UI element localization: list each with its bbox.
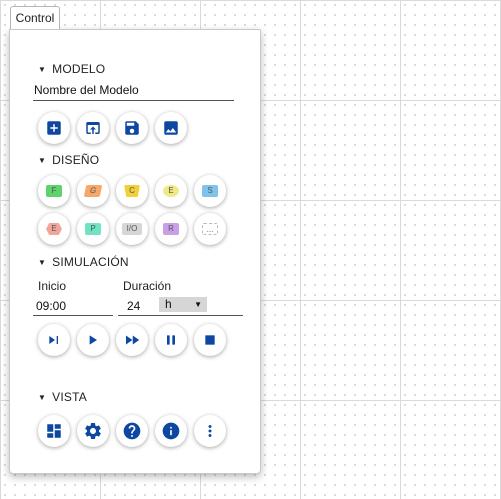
chip-more: ... [202,223,218,235]
chip-f: F [46,185,62,197]
tool-more-button[interactable]: ... [194,213,226,245]
step-button[interactable] [38,324,70,356]
design-tools-row-2: E P I/O R ... [38,213,226,245]
dropdown-arrow-icon: ▼ [194,300,202,309]
tool-s-button[interactable]: S [194,175,226,207]
tool-f-button[interactable]: F [38,175,70,207]
section-diseno-header[interactable]: ▼ DISEÑO [38,153,99,167]
chip-e2: E [46,223,62,235]
duration-unit-select[interactable]: h ▼ [159,297,207,312]
control-panel: ▼ MODELO Nombre del Modelo ▼ DISEÑO F G C … [9,29,261,474]
settings-gear-icon [85,423,101,439]
add-box-icon [47,121,61,135]
pause-icon [167,335,175,345]
chip-g: G [83,185,103,197]
info-button[interactable] [155,415,187,447]
section-modelo-header[interactable]: ▼ MODELO [38,62,105,76]
tab-control[interactable]: Control [10,6,60,29]
new-model-button[interactable] [38,112,70,144]
step-icon [49,336,58,344]
fast-forward-icon [126,335,140,345]
tool-e-button[interactable]: E [155,175,187,207]
help-button[interactable] [116,415,148,447]
chip-s: S [202,185,218,197]
open-upload-icon [86,122,100,134]
duration-label: Duración [123,279,172,293]
section-vista-header[interactable]: ▼ VISTA [38,390,87,404]
more-options-button[interactable] [194,415,226,447]
tool-g-button[interactable]: G [77,175,109,207]
section-diseno-title: DISEÑO [52,153,100,167]
start-time-field[interactable]: 09:00 [33,298,113,316]
tool-p-button[interactable]: P [77,213,109,245]
chip-p: P [85,223,101,235]
tool-e2-button[interactable]: E [38,213,70,245]
tool-c-button[interactable]: C [116,175,148,207]
model-actions [38,112,187,144]
export-image-button[interactable] [155,112,187,144]
save-icon [125,121,139,135]
pause-button[interactable] [155,324,187,356]
expand-triangle-icon: ▼ [38,393,47,402]
tool-r-button[interactable]: R [155,213,187,245]
save-model-button[interactable] [116,112,148,144]
section-modelo-title: MODELO [52,62,106,76]
section-vista-title: VISTA [52,390,87,404]
stop-icon [205,335,215,345]
design-tools-row-1: F G C E S [38,175,226,207]
dashboard-button[interactable] [38,415,70,447]
help-icon [123,422,141,440]
duration-unit-value: h [165,297,172,311]
chip-c: C [124,185,140,197]
more-vert-icon [208,425,212,437]
simulation-controls [38,324,226,356]
expand-triangle-icon: ▼ [38,156,47,165]
start-label: Inicio [38,279,67,293]
image-icon [164,121,178,135]
info-icon [162,422,180,440]
tool-io-button[interactable]: I/O [116,213,148,245]
expand-triangle-icon: ▼ [38,258,47,267]
stop-button[interactable] [194,324,226,356]
section-simulacion-title: SIMULACIÓN [52,255,129,269]
chip-io: I/O [122,223,142,235]
view-actions [38,415,226,447]
expand-triangle-icon: ▼ [38,65,47,74]
model-name-field[interactable]: Nombre del Modelo [33,83,234,101]
play-icon [89,335,97,345]
chip-r: R [163,223,179,235]
dashboard-icon [47,424,61,438]
fast-forward-button[interactable] [116,324,148,356]
settings-button[interactable] [77,415,109,447]
open-model-button[interactable] [77,112,109,144]
section-simulacion-header[interactable]: ▼ SIMULACIÓN [38,255,129,269]
play-button[interactable] [77,324,109,356]
chip-e: E [163,185,179,197]
